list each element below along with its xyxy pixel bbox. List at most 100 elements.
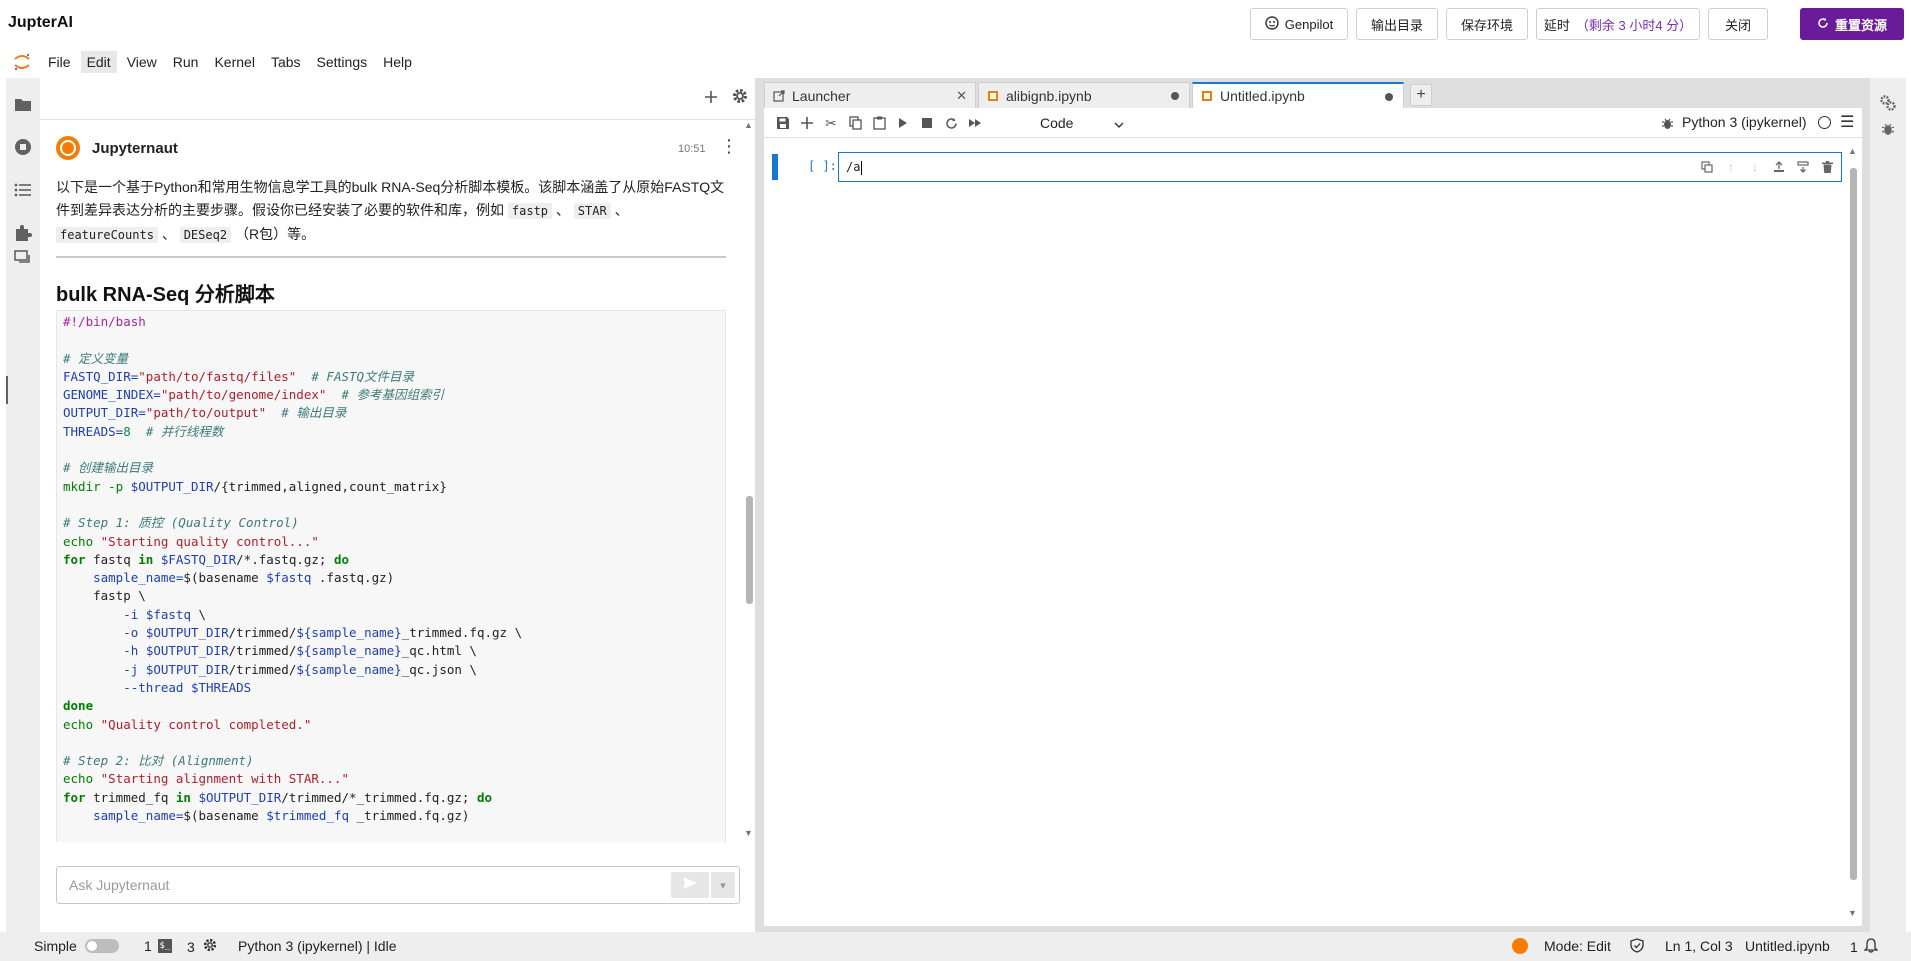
duplicate-cell-icon[interactable] bbox=[1699, 159, 1715, 175]
reset-resources-button[interactable]: 重置资源 bbox=[1800, 8, 1904, 40]
main-dock-area: Launcher ✕ alibignb.ipynb Untitled.ipynb… bbox=[756, 78, 1870, 932]
inline-code-featurecounts: featureCounts bbox=[56, 227, 158, 243]
close-button[interactable]: 关闭 bbox=[1708, 8, 1768, 40]
copy-icon[interactable] bbox=[846, 114, 864, 132]
save-env-label: 保存环境 bbox=[1460, 17, 1513, 33]
running-kernels-icon[interactable] bbox=[13, 137, 33, 157]
shield-icon[interactable] bbox=[1630, 938, 1644, 953]
cell-type-select[interactable]: Code bbox=[1036, 112, 1128, 134]
message-divider bbox=[56, 256, 726, 258]
folder-icon[interactable] bbox=[13, 94, 33, 114]
simple-mode-switch[interactable] bbox=[84, 939, 119, 953]
output-dir-label: 输出目录 bbox=[1370, 17, 1423, 33]
tab-launcher[interactable]: Launcher ✕ bbox=[764, 82, 976, 108]
message-intro: 以下是一个基于Python和常用生物信息学工具的bulk RNA-Seq分析脚本… bbox=[56, 176, 726, 247]
extend-time-button[interactable]: 延时 （剩余 3 小时4 分） bbox=[1536, 8, 1700, 40]
delete-trash-icon[interactable] bbox=[1819, 159, 1835, 175]
cell-editor[interactable]: /a ↑ ↓ bbox=[838, 152, 1842, 182]
menu-bar: File Edit View Run Kernel Tabs Settings … bbox=[0, 48, 1911, 76]
unsaved-dot-icon[interactable] bbox=[1385, 93, 1393, 101]
intro-text-end: （R包）等。 bbox=[234, 226, 316, 242]
cursor-position[interactable]: Ln 1, Col 3 bbox=[1665, 938, 1733, 954]
active-panel-marker bbox=[6, 376, 8, 404]
menu-run[interactable]: Run bbox=[167, 51, 205, 73]
menu-kernel[interactable]: Kernel bbox=[208, 51, 260, 73]
kernel-count[interactable]: 3 bbox=[187, 938, 217, 955]
status-bar: Simple 1 $_ 3 Python 3 (ipykernel) | Idl… bbox=[0, 932, 1911, 961]
message-menu-kebab-icon[interactable]: ⋮ bbox=[720, 136, 738, 157]
scroll-down-icon[interactable]: ▼ bbox=[744, 828, 753, 838]
menu-tabs[interactable]: Tabs bbox=[265, 51, 307, 73]
restart-icon[interactable] bbox=[942, 114, 960, 132]
toc-list-icon[interactable] bbox=[13, 180, 33, 200]
insert-above-icon[interactable] bbox=[1771, 159, 1787, 175]
menu-view[interactable]: View bbox=[121, 51, 163, 73]
cell-collapser[interactable] bbox=[772, 154, 778, 180]
terminal-count-value: 1 bbox=[144, 938, 152, 954]
menu-edit[interactable]: Edit bbox=[80, 51, 117, 73]
tab-untitled[interactable]: Untitled.ipynb bbox=[1192, 82, 1404, 108]
scroll-up-icon[interactable]: ▲ bbox=[744, 120, 753, 130]
left-sidebar bbox=[6, 78, 40, 932]
kernel-name-button[interactable]: Python 3 (ipykernel) bbox=[1682, 114, 1807, 130]
debugger-bug-icon[interactable] bbox=[1658, 114, 1676, 132]
genpilot-button[interactable]: Genpilot bbox=[1250, 8, 1348, 40]
inline-separator: 、 bbox=[614, 202, 629, 218]
move-down-arrow-icon[interactable]: ↓ bbox=[1747, 159, 1763, 175]
scroll-down-icon[interactable]: ▼ bbox=[1848, 908, 1857, 918]
notebook-menu-hamburger-icon[interactable]: ☰ bbox=[1840, 112, 1854, 132]
chat-icon[interactable] bbox=[13, 248, 33, 268]
chat-input[interactable] bbox=[57, 867, 667, 903]
menu-file[interactable]: File bbox=[42, 51, 77, 73]
interrupt-stop-icon[interactable] bbox=[918, 114, 936, 132]
chat-input-box: ▾ bbox=[56, 866, 740, 904]
genpilot-icon bbox=[1265, 15, 1279, 33]
output-dir-button[interactable]: 输出目录 bbox=[1356, 8, 1438, 40]
menu-help[interactable]: Help bbox=[377, 51, 418, 73]
notebook-icon bbox=[1201, 90, 1213, 102]
chat-panel: Jupyternaut 10:51 ⋮ 以下是一个基于Python和常用生物信息… bbox=[40, 78, 756, 932]
terminal-count[interactable]: 1 $_ bbox=[144, 938, 172, 954]
notebook-panel: ✂ Code Python 3 (ipykernel) ☰ []: /a ↑ … bbox=[764, 108, 1862, 926]
send-options-chevron-down-icon[interactable]: ▾ bbox=[711, 872, 735, 898]
insert-below-icon[interactable] bbox=[1795, 159, 1811, 175]
send-button[interactable] bbox=[671, 872, 709, 898]
new-chat-plus-icon[interactable] bbox=[704, 88, 718, 109]
kernel-gear-icon bbox=[203, 938, 217, 955]
code-cell[interactable]: [ ]: /a ↑ ↓ bbox=[772, 152, 1842, 182]
tab-close-icon[interactable]: ✕ bbox=[956, 88, 967, 104]
inline-code-deseq2: DESeq2 bbox=[179, 227, 232, 243]
insert-cell-plus-icon[interactable] bbox=[798, 114, 816, 132]
top-bar: JupterAI Genpilot 输出目录 保存环境 延时 （剩余 3 小时4 … bbox=[0, 0, 1911, 48]
unsaved-dot-icon[interactable] bbox=[1171, 92, 1179, 100]
cell-source[interactable]: /a bbox=[846, 160, 863, 175]
run-play-icon[interactable] bbox=[894, 114, 912, 132]
paste-clipboard-icon[interactable] bbox=[870, 114, 888, 132]
simple-mode-toggle[interactable]: Simple bbox=[34, 938, 119, 954]
cell-type-value: Code bbox=[1040, 115, 1074, 131]
chat-messages[interactable]: Jupyternaut 10:51 ⋮ 以下是一个基于Python和常用生物信息… bbox=[40, 120, 756, 842]
save-env-button[interactable]: 保存环境 bbox=[1446, 8, 1528, 40]
terminal-icon: $_ bbox=[157, 939, 172, 953]
kernel-status-text[interactable]: Python 3 (ipykernel) | Idle bbox=[238, 938, 397, 954]
bash-code-block[interactable]: #!/bin/bash # 定义变量 FASTQ_DIR="path/to/fa… bbox=[56, 310, 726, 842]
move-up-arrow-icon[interactable]: ↑ bbox=[1723, 159, 1739, 175]
notifications[interactable]: 1 bbox=[1850, 938, 1879, 956]
cut-scissors-icon[interactable]: ✂ bbox=[822, 114, 840, 132]
chat-scrollbar-thumb[interactable] bbox=[746, 496, 753, 604]
property-inspector-gears-icon[interactable] bbox=[1879, 94, 1897, 112]
extensions-puzzle-icon[interactable] bbox=[13, 223, 33, 243]
jupyter-ai-status-icon[interactable] bbox=[1512, 938, 1528, 954]
notebook-scrollbar-thumb[interactable] bbox=[1850, 168, 1857, 880]
genpilot-label: Genpilot bbox=[1284, 16, 1334, 32]
save-icon[interactable] bbox=[774, 114, 792, 132]
scroll-up-icon[interactable]: ▲ bbox=[1848, 146, 1857, 156]
debugger-bug-icon[interactable] bbox=[1879, 120, 1897, 138]
chat-settings-gear-icon[interactable] bbox=[732, 88, 748, 109]
chat-scrollbar[interactable]: ▲ ▼ bbox=[743, 120, 755, 842]
notebook-scrollbar[interactable]: ▲ ▼ bbox=[1847, 146, 1859, 922]
menu-settings[interactable]: Settings bbox=[311, 51, 374, 73]
restart-run-all-fast-forward-icon[interactable] bbox=[966, 114, 984, 132]
tab-alibignb[interactable]: alibignb.ipynb bbox=[978, 82, 1190, 108]
new-tab-plus-icon[interactable]: + bbox=[1410, 84, 1432, 106]
